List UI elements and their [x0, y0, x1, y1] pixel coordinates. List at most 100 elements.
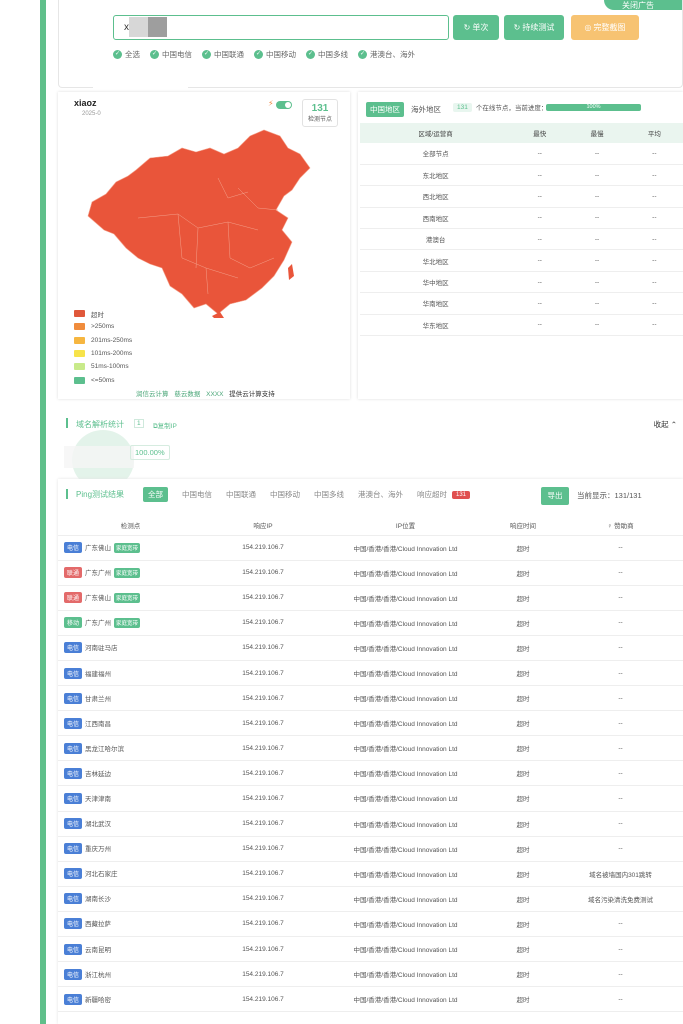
region-row[interactable]: 华东地区 -- -- --: [360, 314, 683, 337]
filter-unicom[interactable]: ✓ 中国联通: [202, 49, 244, 60]
broadband-tag: 家庭宽带: [114, 593, 141, 604]
region-cell: --: [568, 207, 626, 230]
tab-overseas[interactable]: 港澳台、海外: [358, 489, 403, 500]
region-row[interactable]: 港澳台 -- -- --: [360, 228, 683, 251]
response-time-cell: 超时: [488, 685, 558, 712]
isp-badge: 联通: [64, 592, 83, 604]
response-time-cell: 超时: [488, 735, 558, 762]
table-row[interactable]: 电信 吉林延边 154.219.106.7 中国/香港/香港/Cloud Innova…: [58, 760, 683, 787]
sponsor-cell: --: [558, 585, 683, 611]
filter-mobile[interactable]: ✓ 中国移动: [254, 49, 296, 60]
screenshot-button[interactable]: ◎ 完整截图: [571, 15, 639, 40]
legend-label: 101ms-200ms: [91, 350, 133, 358]
ip-location-cell: 中国/香港/香港/Cloud Innovation Ltd: [323, 836, 488, 862]
filter-label: 港澳台、海外: [370, 50, 415, 59]
isp-badge: 电信: [64, 742, 83, 754]
table-row[interactable]: 电信 黑龙江哈尔滨 154.219.106.7 中国/香港/香港/Cloud Inno…: [58, 735, 683, 762]
region-cell: --: [625, 164, 683, 187]
region-cell: --: [568, 164, 626, 187]
isp-filter-group: ✓ 全选 ✓ 中国电信 ✓ 中国联通 ✓ 中国移动 ✓ 中国多线 ✓ 港澳台、海外: [113, 49, 415, 60]
continuous-test-button[interactable]: ↻ 持续测试: [504, 15, 564, 40]
region-cell: --: [568, 249, 626, 272]
taiwan-island: [288, 264, 294, 280]
ip-location-cell: 中国/香港/香港/Cloud Innovation Ltd: [323, 560, 488, 586]
collapse-button[interactable]: 收起 ⌃: [654, 419, 677, 430]
ip-location-cell: 中国/香港/香港/Cloud Innovation Ltd: [323, 535, 488, 561]
tab-multiline[interactable]: 中国多线: [314, 489, 344, 500]
region-row[interactable]: 全部节点 -- -- --: [360, 143, 683, 165]
response-ip-cell: 154.219.106.7: [203, 886, 323, 912]
region-row[interactable]: 华中地区 -- -- --: [360, 271, 683, 294]
table-row[interactable]: 电信 河北石家庄 154.219.106.7 中国/香港/香港/Cloud Innov…: [58, 861, 683, 887]
region-cell: --: [511, 249, 569, 272]
table-row[interactable]: 电信 湖南长沙 154.219.106.7 中国/香港/香港/Cloud Innova…: [58, 886, 683, 912]
sponsor-link[interactable]: XXXX: [206, 391, 223, 398]
table-row[interactable]: 移动 广东广州 家庭宽带 154.219.106.7 中国/香港/香港/Cloud In…: [58, 610, 683, 636]
table-row[interactable]: 电信 甘肃兰州 154.219.106.7 中国/香港/香港/Cloud Innova…: [58, 685, 683, 712]
single-test-button[interactable]: ↻ 单次: [453, 15, 499, 40]
region-row[interactable]: 西北地区 -- -- --: [360, 185, 683, 208]
table-row[interactable]: 电信 江西南昌 154.219.106.7 中国/香港/香港/Cloud Innova…: [58, 710, 683, 737]
dns-stats-section: 域名解析统计 1 ⧉复制IP 收起 ⌃ 100.00%: [58, 408, 683, 490]
table-row[interactable]: 电信 新疆哈密 154.219.106.7 中国/香港/香港/Cloud Innova…: [58, 986, 683, 1013]
tab-overseas[interactable]: 海外地区: [411, 104, 441, 115]
isp-badge: 电信: [64, 868, 83, 880]
isp-badge: 电信: [64, 818, 83, 830]
probe-point-cell: 电信 云南昆明: [58, 936, 203, 963]
timeout-count-badge: 131: [452, 490, 471, 499]
table-row[interactable]: 电信 浙江杭州 154.219.106.7 中国/香港/香港/Cloud Innova…: [58, 961, 683, 988]
isp-badge: 电信: [64, 893, 83, 905]
region-row[interactable]: 华北地区 -- -- --: [360, 249, 683, 272]
tab-telecom[interactable]: 中国电信: [182, 489, 212, 500]
tab-china[interactable]: 中国地区: [366, 102, 404, 117]
sponsor-link[interactable]: 润信云计算: [136, 391, 169, 398]
sponsor-cell: --: [558, 535, 683, 561]
close-ad-button[interactable]: 关闭广告: [604, 0, 682, 10]
sponsor-cell: --: [558, 836, 683, 862]
table-row[interactable]: 电信 天津津南 154.219.106.7 中国/香港/香港/Cloud Innova…: [58, 785, 683, 812]
table-row[interactable]: 电信 河南驻马店 154.219.106.7 中国/香港/香港/Cloud Innov…: [58, 635, 683, 661]
probe-location: 西藏拉萨: [85, 921, 112, 929]
export-button[interactable]: 导出: [541, 487, 569, 505]
tab-mobile[interactable]: 中国移动: [270, 489, 300, 500]
table-row[interactable]: 电信 重庆万州 154.219.106.7 中国/香港/香港/Cloud Innova…: [58, 836, 683, 862]
table-row[interactable]: 电信 广东佛山 家庭宽带 154.219.106.7 中国/香港/香港/Cloud In…: [58, 535, 683, 561]
map-title: xiaoz: [74, 98, 97, 108]
table-row[interactable]: 电信 西藏拉萨 154.219.106.7 中国/香港/香港/Cloud Innova…: [58, 911, 683, 938]
legend-label: 201ms-250ms: [91, 336, 133, 344]
probe-point-cell: 电信 湖北武汉: [58, 811, 203, 837]
isp-badge: 电信: [64, 542, 83, 554]
filter-overseas[interactable]: ✓ 港澳台、海外: [358, 49, 415, 60]
probe-location: 广东佛山: [85, 595, 112, 603]
isp-badge: 电信: [64, 968, 83, 980]
probe-location: 江西南昌: [85, 720, 112, 728]
sponsor-cell: 域名被墙国内301跳转: [558, 861, 683, 887]
camera-icon: ◎: [584, 23, 592, 32]
check-icon: ✓: [306, 50, 315, 59]
table-row[interactable]: 电信 湖北武汉 154.219.106.7 中国/香港/香港/Cloud Innova…: [58, 811, 683, 837]
column-header: 最慢: [568, 123, 626, 143]
table-row[interactable]: 联通 广东广州 家庭宽带 154.219.106.7 中国/香港/香港/Cloud In…: [58, 560, 683, 586]
isp-badge: 电信: [64, 692, 83, 704]
tab-all[interactable]: 全部: [143, 487, 168, 502]
region-row[interactable]: 东北地区 -- -- --: [360, 164, 683, 187]
ip-location-cell: 中国/香港/香港/Cloud Innovation Ltd: [323, 911, 488, 938]
tab-unicom[interactable]: 中国联通: [226, 489, 256, 500]
filter-all[interactable]: ✓ 全选: [113, 49, 140, 60]
ip-location-cell: 中国/香港/香港/Cloud Innovation Ltd: [323, 710, 488, 737]
table-row[interactable]: 联通 广东佛山 家庭宽带 154.219.106.7 中国/香港/香港/Cloud In…: [58, 585, 683, 611]
filter-telecom[interactable]: ✓ 中国电信: [150, 49, 192, 60]
table-row[interactable]: 电信 云南昆明 154.219.106.7 中国/香港/香港/Cloud Innova…: [58, 936, 683, 963]
probe-location: 福建福州: [85, 670, 112, 678]
legend-item: >250ms: [74, 320, 132, 333]
table-row[interactable]: 电信 福建福州 154.219.106.7 中国/香港/香港/Cloud Innova…: [58, 660, 683, 687]
region-row[interactable]: 西南地区 -- -- --: [360, 207, 683, 230]
legend-item: 超时: [74, 307, 132, 320]
filter-multiline[interactable]: ✓ 中国多线: [306, 49, 348, 60]
response-ip-cell: 154.219.106.7: [203, 961, 323, 988]
map-toggle[interactable]: [276, 101, 292, 109]
copy-ip-button[interactable]: ⧉复制IP: [153, 420, 177, 431]
tab-timeout[interactable]: 响应超时: [417, 489, 447, 500]
region-row[interactable]: 华南地区 -- -- --: [360, 292, 683, 315]
sponsor-link[interactable]: 慈云数据: [174, 391, 200, 398]
